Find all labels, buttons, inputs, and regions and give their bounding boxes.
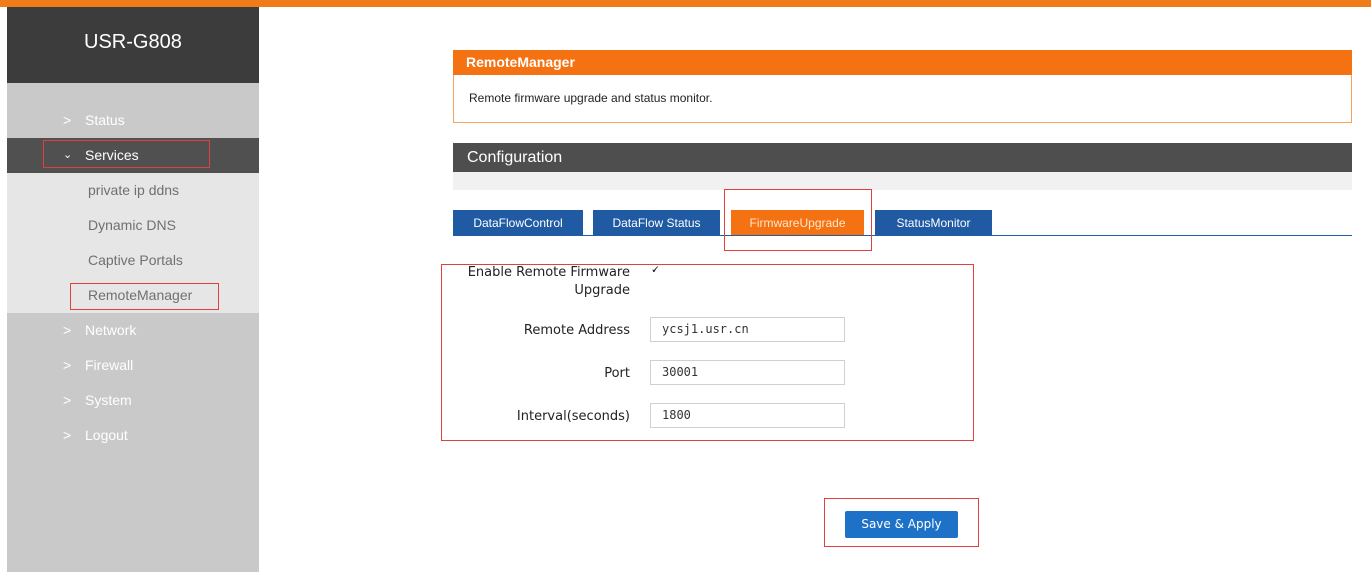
enable-remote-firmware-checkbox[interactable]: 🗸 (651, 264, 662, 276)
chevron-right-icon: > (63, 112, 72, 128)
chevron-down-icon: ⌄ (63, 149, 73, 161)
tab-dataflow-status[interactable]: DataFlow Status (593, 210, 720, 236)
sidebar-item-label: Logout (85, 427, 128, 443)
tab-firmwareupgrade[interactable]: FirmwareUpgrade (731, 210, 864, 236)
sidebar-item-label: Network (85, 322, 137, 338)
port-label: Port (604, 366, 630, 381)
services-submenu: private ip ddns Dynamic DNS Captive Port… (7, 173, 259, 313)
sidebar-item-label: Services (85, 147, 139, 163)
tab-underline (453, 235, 1352, 236)
top-accent-bar (0, 0, 1371, 7)
interval-label: Interval(seconds) (516, 409, 630, 424)
chevron-right-icon: > (63, 322, 72, 338)
enable-label-line2: Upgrade (574, 283, 630, 298)
sidebar-item-status[interactable]: > Status (7, 103, 259, 138)
submenu-item-remotemanager[interactable]: RemoteManager (7, 278, 259, 313)
sidebar-item-label: System (85, 392, 132, 408)
chevron-right-icon: > (63, 357, 72, 373)
chevron-right-icon: > (63, 392, 72, 408)
remote-address-label: Remote Address (523, 323, 630, 338)
tab-dataflowcontrol[interactable]: DataFlowControl (453, 210, 583, 236)
sidebar-item-logout[interactable]: > Logout (7, 418, 259, 453)
sidebar-item-label: Status (85, 112, 125, 128)
sidebar-item-network[interactable]: > Network (7, 313, 259, 348)
configuration-spacer (453, 172, 1352, 190)
sidebar: USR-G808 > Status ⌄ Services private ip … (7, 7, 259, 572)
sidebar-item-label: Firewall (85, 357, 134, 373)
submenu-item-captive-portals[interactable]: Captive Portals (7, 243, 259, 278)
submenu-item-dynamic-dns[interactable]: Dynamic DNS (7, 208, 259, 243)
port-input[interactable]: 30001 (650, 360, 845, 385)
sidebar-menu: > Status ⌄ Services private ip ddns Dyna… (7, 103, 259, 453)
remotemanager-header: RemoteManager (453, 50, 1352, 75)
sidebar-item-firewall[interactable]: > Firewall (7, 348, 259, 383)
sidebar-item-system[interactable]: > System (7, 383, 259, 418)
configuration-header: Configuration (453, 143, 1352, 172)
remotemanager-description: Remote firmware upgrade and status monit… (453, 75, 1352, 123)
submenu-item-private-ip-ddns[interactable]: private ip ddns (7, 173, 259, 208)
enable-label-line1: Enable Remote Firmware (467, 265, 630, 280)
chevron-right-icon: > (63, 427, 72, 443)
brand-title: USR-G808 (7, 7, 259, 83)
save-apply-button[interactable]: Save & Apply (845, 511, 958, 538)
remote-address-input[interactable]: ycsj1.usr.cn (650, 317, 845, 342)
tab-statusmonitor[interactable]: StatusMonitor (875, 210, 992, 236)
interval-input[interactable]: 1800 (650, 403, 845, 428)
sidebar-item-services[interactable]: ⌄ Services (7, 138, 259, 173)
enable-remote-firmware-label: Enable Remote Firmware Upgrade (455, 264, 630, 300)
